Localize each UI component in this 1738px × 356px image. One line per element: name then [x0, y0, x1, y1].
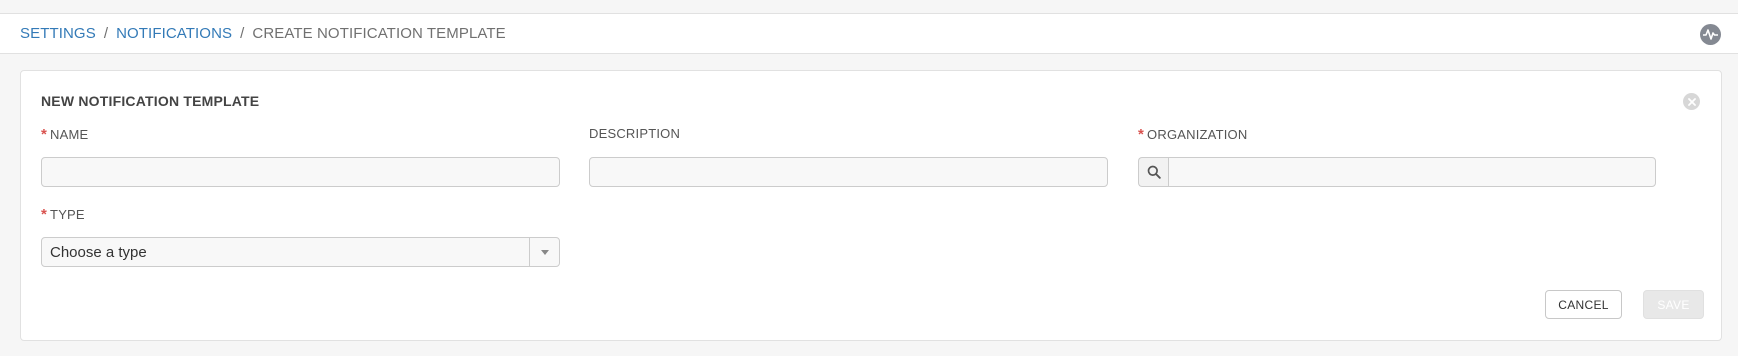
breadcrumb: SETTINGS / NOTIFICATIONS / CREATE NOTIFI… [20, 25, 506, 42]
type-select-value: Choose a type [50, 243, 147, 261]
notification-template-form: NEW NOTIFICATION TEMPLATE * NAME DESCRIPT… [20, 70, 1722, 341]
cancel-button[interactable]: CANCEL [1545, 290, 1622, 319]
breadcrumb-current: CREATE NOTIFICATION TEMPLATE [252, 25, 506, 42]
search-icon [1147, 165, 1161, 179]
save-button[interactable]: SAVE [1643, 290, 1704, 319]
description-label-text: DESCRIPTION [589, 126, 681, 141]
description-input[interactable] [589, 157, 1108, 187]
close-icon [1687, 97, 1696, 106]
type-label: * TYPE [41, 206, 85, 223]
organization-label-text: ORGANIZATION [1147, 127, 1248, 142]
breadcrumb-notifications[interactable]: NOTIFICATIONS [116, 25, 232, 42]
required-marker: * [1138, 126, 1145, 143]
name-label-text: NAME [50, 127, 89, 142]
organization-lookup-button[interactable] [1138, 157, 1168, 187]
breadcrumb-separator: / [240, 25, 245, 42]
required-marker: * [41, 126, 48, 143]
type-select[interactable]: Choose a type [41, 237, 560, 267]
description-label: DESCRIPTION [589, 126, 680, 141]
breadcrumb-settings[interactable]: SETTINGS [20, 25, 96, 42]
activity-stream-icon [1703, 29, 1718, 40]
close-form-button[interactable] [1683, 93, 1700, 110]
name-label: * NAME [41, 126, 88, 143]
breadcrumb-separator: / [103, 25, 109, 42]
organization-input[interactable] [1168, 157, 1656, 187]
chevron-down-icon [540, 249, 549, 255]
required-marker: * [41, 206, 48, 223]
type-label-text: TYPE [50, 207, 85, 222]
form-title: NEW NOTIFICATION TEMPLATE [41, 93, 260, 109]
breadcrumb-bar: SETTINGS / NOTIFICATIONS / CREATE NOTIFI… [0, 14, 1738, 54]
activity-stream-button[interactable] [1700, 24, 1721, 45]
select-arrow [529, 238, 559, 266]
name-input[interactable] [41, 157, 560, 187]
organization-lookup [1138, 157, 1656, 187]
organization-label: * ORGANIZATION [1138, 126, 1247, 143]
